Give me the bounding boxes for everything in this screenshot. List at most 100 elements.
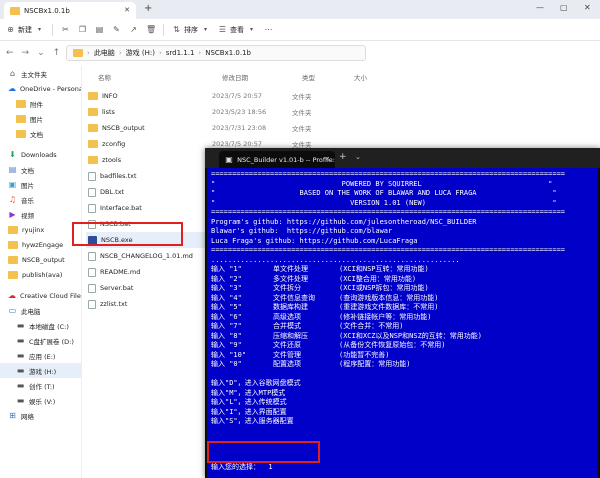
text-file-icon <box>88 299 96 309</box>
view-icon: ☰ <box>218 25 227 34</box>
back-arrow-icon[interactable]: ← <box>6 48 14 58</box>
cloud-icon: ☁ <box>8 84 16 93</box>
drive-icon: ▬ <box>16 366 25 375</box>
menu-option: 输入 "10" 文件管理 (功能暂不完善) <box>211 350 390 359</box>
breadcrumb-item[interactable]: srd1.1.1 <box>166 49 195 57</box>
folder-icon <box>8 240 18 249</box>
sort-button-label: 排序 <box>184 25 198 34</box>
sidebar-item-creative-cloud[interactable]: ☁ Creative Cloud Files <box>0 288 81 303</box>
column-header-type[interactable]: 类型 <box>302 72 354 84</box>
markdown-file-icon <box>88 267 96 277</box>
close-window-icon[interactable]: ✕ <box>584 3 591 12</box>
sidebar-item-downloads[interactable]: ⬇ Downloads <box>0 147 81 162</box>
terminal-window: ▣ NSC_Builder v1.01-b -- Profile: ✕ + ⌄ … <box>205 148 600 478</box>
cut-icon[interactable]: ✂ <box>61 25 70 34</box>
console-dots: ........................................… <box>211 255 460 264</box>
sidebar-item-videos[interactable]: ▶ 视频 <box>0 207 81 222</box>
drive-icon: ▬ <box>16 381 25 390</box>
breadcrumb-item[interactable]: NSCBx1.0.1b <box>205 49 251 57</box>
explorer-tab[interactable]: NSCBx1.0.1b ✕ <box>4 2 136 19</box>
markdown-file-icon <box>88 251 96 261</box>
new-tab-icon[interactable]: + <box>144 3 152 14</box>
copy-icon[interactable]: ❐ <box>78 25 87 34</box>
menu-option: 输入 "0" 配置选项 (程序配置：常用功能) <box>211 360 411 368</box>
drive-icon: ▬ <box>16 396 25 405</box>
paste-icon[interactable]: ▤ <box>95 25 104 34</box>
folder-icon <box>16 99 26 108</box>
sidebar-item-drive-d[interactable]: ▬ C盘扩展卷 (D:) <box>0 333 81 348</box>
new-button[interactable]: ⊕ 新建 ▾ <box>6 25 44 35</box>
up-arrow-icon[interactable]: ↑ <box>53 48 61 58</box>
share-icon[interactable]: ↗ <box>129 25 138 34</box>
column-header-size[interactable]: 大小 <box>354 72 394 84</box>
sidebar-item-drive-e[interactable]: ▬ 应用 (E:) <box>0 348 81 363</box>
sidebar-item-pictures[interactable]: ▣ 图片 <box>0 177 81 192</box>
sidebar-item-drive-v[interactable]: ▬ 娱乐 (V:) <box>0 393 81 408</box>
mode-option: 输入"M"，进入MTP模式 <box>211 388 286 397</box>
sidebar-item-nscb-output[interactable]: NSCB_output <box>0 252 81 267</box>
home-icon: ⌂ <box>9 69 16 78</box>
sort-button[interactable]: ⇅ 排序 ▾ <box>172 25 210 35</box>
new-tab-icon[interactable]: + <box>339 152 347 162</box>
computer-icon: ▭ <box>8 306 17 315</box>
terminal-tab-title: NSC_Builder v1.01-b -- Profile: <box>237 155 335 164</box>
sidebar-item-music[interactable]: ♫ 音乐 <box>0 192 81 207</box>
highlight-box-exe <box>72 222 183 246</box>
sidebar-item-this-pc[interactable]: ▭ 此电脑 <box>0 303 81 318</box>
close-tab-icon[interactable]: ✕ <box>124 6 130 14</box>
sidebar-item-ryujinx[interactable]: ryujinx <box>0 222 81 237</box>
sidebar-item-hywzengage[interactable]: hywzEngage <box>0 237 81 252</box>
breadcrumb-item[interactable]: 此电脑 <box>94 48 115 58</box>
folder-icon <box>88 156 98 164</box>
view-button[interactable]: ☰ 查看 ▾ <box>218 25 256 35</box>
column-header-name[interactable]: 名称 <box>98 72 222 84</box>
console-output[interactable]: ========================================… <box>207 168 598 478</box>
file-row[interactable]: lists 2023/5/23 18:56 文件夹 <box>86 104 600 120</box>
close-tab-icon[interactable]: ✕ <box>325 155 330 163</box>
breadcrumb-item[interactable]: 游戏 (H:) <box>126 48 155 58</box>
menu-option: 输入 "2" 多文件处理 (XCI整合用：常用功能) <box>211 274 417 283</box>
sidebar-item-documents[interactable]: ▤ 文档 <box>0 162 81 177</box>
sidebar-item-network[interactable]: ⊞ 网络 <box>0 408 81 423</box>
sidebar-item-drive-t[interactable]: ▬ 创作 (T:) <box>0 378 81 393</box>
terminal-tab[interactable]: ▣ NSC_Builder v1.01-b -- Profile: ✕ <box>219 151 335 168</box>
minimize-icon[interactable]: — <box>536 3 544 12</box>
folder-icon <box>8 270 18 279</box>
drive-icon: ▬ <box>16 321 25 330</box>
file-row[interactable]: NSCB_output 2023/7/31 23:08 文件夹 <box>86 120 600 136</box>
text-file-icon <box>88 187 96 197</box>
sidebar-item-onedrive[interactable]: ☁ OneDrive - Persona <box>0 81 81 96</box>
sidebar-item-drive-c[interactable]: ▬ 本地磁盘 (C:) <box>0 318 81 333</box>
maximize-icon[interactable]: ▢ <box>560 3 568 12</box>
chevron-down-icon[interactable]: ⌄ <box>355 153 361 161</box>
picture-icon: ▣ <box>8 180 17 189</box>
console-rule: ========================================… <box>211 246 566 254</box>
folder-icon <box>8 225 18 234</box>
chevron-down-icon[interactable]: ⌄ <box>37 48 45 58</box>
menu-option: 输入 "8" 压缩和解压 (XCI和XCZ以及NSP和NSZ的互转：常用功能) <box>211 331 483 340</box>
file-row[interactable]: INFO 2023/7/5 20:57 文件夹 <box>86 88 600 104</box>
address-bar[interactable]: › 此电脑 › 游戏 (H:) › srd1.1.1 › NSCBx1.0.1b <box>66 45 366 61</box>
forward-arrow-icon[interactable]: → <box>22 48 30 58</box>
rename-icon[interactable]: ✎ <box>112 25 121 34</box>
chevron-down-icon: ▾ <box>37 26 41 33</box>
console-link: Blawar's github: https://github.com/blaw… <box>211 227 393 235</box>
sidebar-item-folder[interactable]: 图片 <box>0 111 81 126</box>
sidebar-item-publish[interactable]: publish(ava) <box>0 267 81 282</box>
more-options-icon[interactable]: ⋯ <box>264 25 273 34</box>
chevron-down-icon: ▾ <box>203 26 207 33</box>
sidebar-item-folder[interactable]: 文档 <box>0 126 81 141</box>
text-file-icon <box>88 171 96 181</box>
column-header-date[interactable]: 修改日期 <box>222 72 302 84</box>
mode-option: 输入"D"，进入谷歌网盘模式 <box>211 379 301 387</box>
sidebar-item-folder[interactable]: 附件 <box>0 96 81 111</box>
console-link: Program's github: https://github.com/jul… <box>211 217 477 226</box>
terminal-tab-bar: ▣ NSC_Builder v1.01-b -- Profile: ✕ + ⌄ <box>205 148 600 168</box>
sidebar-item-home[interactable]: ⌂ 主文件夹 <box>0 66 81 81</box>
console-line: " BASED ON THE WORK OF BLAWAR AND LUCA F… <box>211 189 557 197</box>
delete-icon[interactable]: 🗑 <box>146 25 156 34</box>
input-prompt[interactable]: 输入您的选择： 1 <box>211 462 273 472</box>
mode-option: 输入"S"，进入服务器配置 <box>211 417 294 425</box>
sidebar-item-drive-h[interactable]: ▬ 游戏 (H:) <box>0 363 81 378</box>
folder-icon <box>10 6 20 15</box>
